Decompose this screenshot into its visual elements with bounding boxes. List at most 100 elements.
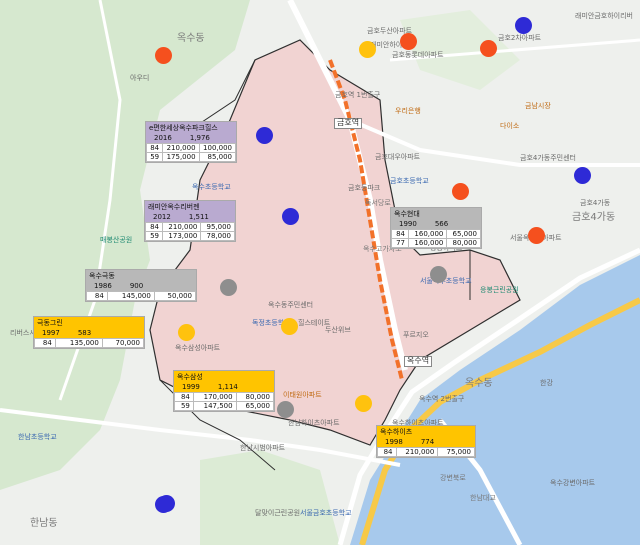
apartment-card[interactable]: e편한세상옥수파크힐스 2016 1,976 84 210,000 100,000 59 17… — [145, 121, 237, 163]
area-cell: 84 — [377, 447, 397, 457]
place-label: 금호4가동 — [580, 199, 611, 207]
apartment-marker[interactable] — [400, 33, 417, 50]
apartment-card[interactable]: 옥수하이츠 1998 774 84 210,000 75,000 — [376, 425, 476, 458]
place-label: 달맞이근린공원 — [255, 509, 301, 517]
map-view[interactable]: 옥수동 옥수동 한남동 금호4가동 금호역 옥수역 금호두산아파트 금호동롯데아파… — [0, 0, 640, 545]
price-row: 84 145,000 50,000 — [86, 291, 197, 301]
built-year: 2012 — [153, 213, 171, 221]
apartment-marker[interactable] — [220, 279, 237, 296]
sale-price-cell: 210,000 — [161, 222, 202, 232]
jeonse-price-cell: 80,000 — [446, 238, 481, 248]
area-cell: 84 — [174, 392, 194, 402]
place-label: 강변북로 — [440, 474, 466, 482]
apartment-marker[interactable] — [515, 17, 532, 34]
place-label: 서울옥수초등학교 — [420, 277, 472, 285]
built-year: 1997 — [42, 329, 60, 337]
area-cell: 59 — [145, 152, 164, 162]
district-label-oksu: 옥수동 — [465, 378, 493, 389]
apartment-marker[interactable] — [528, 227, 545, 244]
place-label: 금호2차아파트 — [498, 34, 542, 42]
apartment-marker[interactable] — [480, 40, 497, 57]
jeonse-price-cell: 50,000 — [153, 291, 197, 301]
jeonse-price-cell: 65,000 — [446, 229, 481, 239]
apartment-info: 2016 1,976 — [146, 134, 236, 143]
place-label: 금호4가동주민센터 — [520, 154, 576, 162]
jeonse-price-cell: 78,000 — [200, 231, 235, 241]
apartment-name: e편한세상옥수파크힐스 — [146, 122, 236, 134]
apartment-marker[interactable] — [256, 127, 273, 144]
apartment-info: 1998 774 — [377, 438, 475, 447]
sale-price-cell: 173,000 — [161, 231, 202, 241]
price-row: 59 175,000 85,000 — [145, 152, 237, 162]
place-label: 옥수동주민센터 — [268, 301, 314, 309]
price-row: 59 147,500 65,000 — [174, 401, 275, 411]
apartment-name: 옥수극동 — [86, 270, 196, 282]
place-label: 옥수삼성아파트 — [175, 344, 221, 352]
apartment-name: 옥수삼성 — [174, 371, 274, 383]
area-cell: 59 — [174, 401, 194, 411]
place-label: 옥수초등학교 — [192, 183, 231, 191]
apartment-marker[interactable] — [574, 167, 591, 184]
apartment-marker[interactable] — [281, 318, 298, 335]
place-label: 우리은행 — [395, 107, 421, 115]
apartment-card[interactable]: 극동그린 1997 583 84 135,000 70,000 — [33, 316, 145, 349]
jeonse-price-cell: 70,000 — [101, 338, 145, 348]
apartment-card[interactable]: 옥수현대 1990 566 84 160,000 65,000 77 160,000 80,00… — [390, 207, 482, 249]
apartment-marker[interactable] — [277, 401, 294, 418]
place-label: 금호동롯데아파트 — [392, 51, 444, 59]
price-table: 84 170,000 80,000 59 147,500 65,000 — [174, 392, 275, 411]
sale-price-cell: 160,000 — [407, 229, 448, 239]
price-table: 84 145,000 50,000 — [86, 291, 197, 301]
built-year: 2016 — [154, 134, 172, 142]
place-label: 한남초등학교 — [18, 433, 57, 441]
place-label: 한남시범아파트 — [240, 444, 286, 452]
price-row: 84 160,000 65,000 — [391, 229, 481, 239]
built-year: 1986 — [94, 282, 112, 290]
place-label: 매봉산공원 — [100, 236, 133, 244]
place-label: 한남대교 — [470, 494, 496, 502]
apartment-marker[interactable] — [155, 47, 172, 64]
apartment-marker[interactable] — [355, 395, 372, 412]
apartment-card[interactable]: 옥수삼성 1999 1,114 84 170,000 80,000 59 147,500 65,… — [173, 370, 275, 412]
unit-count: 1,976 — [189, 134, 210, 142]
sale-price-cell: 160,000 — [407, 238, 448, 248]
sale-price-cell: 210,000 — [395, 447, 439, 457]
apartment-name: 옥수하이츠 — [377, 426, 475, 438]
apartment-marker[interactable] — [178, 324, 195, 341]
apartment-marker[interactable] — [359, 41, 376, 58]
station-label-oksu[interactable]: 옥수역 — [404, 356, 433, 367]
area-cell: 84 — [391, 229, 409, 239]
apartment-card[interactable]: 옥수극동 1986 900 84 145,000 50,000 — [85, 269, 197, 302]
place-label: 금호대우아파트 — [375, 153, 421, 161]
jeonse-price-cell: 65,000 — [235, 401, 275, 411]
apartment-marker[interactable] — [452, 183, 469, 200]
apartment-card[interactable]: 래미안옥수리버젠 2012 1,511 84 210,000 95,000 59 173,00… — [144, 200, 236, 242]
price-table: 84 160,000 65,000 77 160,000 80,000 — [391, 229, 481, 248]
jeonse-price-cell: 95,000 — [200, 222, 235, 232]
apartment-marker[interactable] — [430, 266, 447, 283]
sale-price-cell: 170,000 — [192, 392, 237, 402]
price-table: 84 210,000 95,000 59 173,000 78,000 — [145, 222, 235, 241]
price-row: 84 170,000 80,000 — [174, 392, 275, 402]
apartment-marker[interactable] — [282, 208, 299, 225]
place-label: 두산위브 — [325, 326, 351, 334]
unit-count: 774 — [420, 438, 435, 446]
place-label: 푸르지오 — [403, 331, 429, 339]
sale-price-cell: 135,000 — [54, 338, 103, 348]
place-label: 이태원아파트 — [283, 391, 322, 399]
place-label: 금남시장 — [525, 102, 551, 110]
sale-price-cell: 145,000 — [106, 291, 155, 301]
apartment-marker[interactable] — [158, 495, 175, 512]
station-label-geumho[interactable]: 금호역 — [334, 118, 363, 129]
place-label: 옥수역 2번출구 — [419, 395, 465, 403]
district-label-oksu: 옥수동 — [177, 33, 205, 44]
price-row: 84 210,000 75,000 — [377, 447, 475, 457]
jeonse-price-cell: 80,000 — [235, 392, 275, 402]
price-row: 59 173,000 78,000 — [145, 231, 235, 241]
apartment-info: 2012 1,511 — [145, 213, 235, 222]
place-label: 다이소 — [500, 122, 520, 130]
sale-price-cell: 175,000 — [162, 152, 200, 162]
place-label: 금호초등학교 — [390, 177, 429, 185]
apartment-info: 1997 583 — [34, 329, 144, 338]
unit-count: 583 — [77, 329, 92, 337]
